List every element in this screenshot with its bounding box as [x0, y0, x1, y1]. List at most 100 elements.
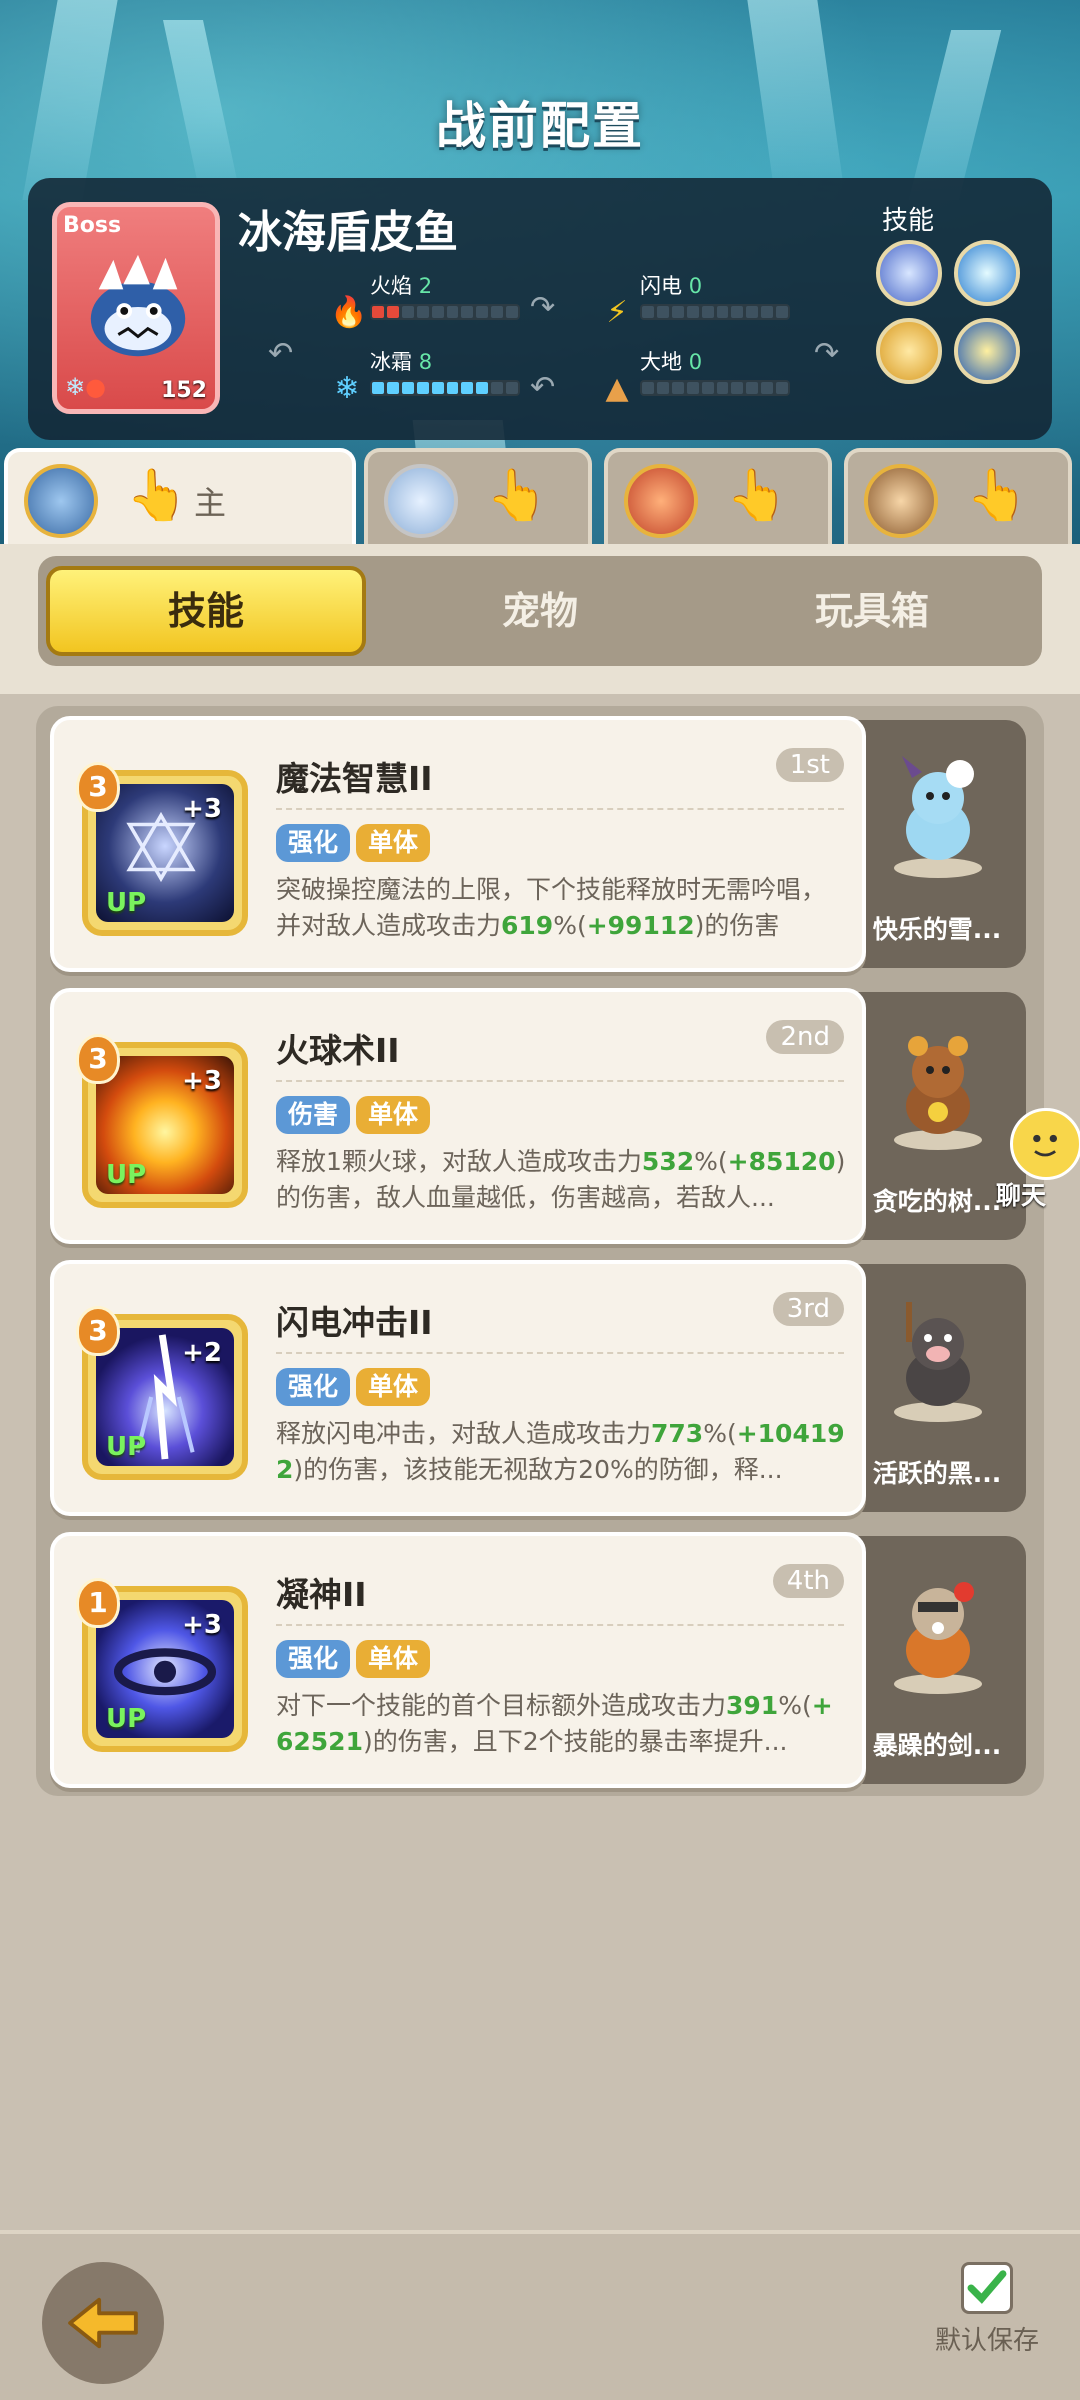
- skill-plus: +3: [182, 794, 222, 824]
- skill-plus: +3: [182, 1610, 222, 1640]
- fire-icon: 🔥: [330, 295, 368, 330]
- main-hero-label: 主: [194, 484, 227, 522]
- skill-title: 魔法智慧II: [276, 759, 433, 798]
- skill-level-badge: 3: [76, 1306, 120, 1356]
- stat-bar-segment: [701, 306, 714, 318]
- default-save-toggle[interactable]: 默认保存: [924, 2262, 1050, 2357]
- stat-bar-segment: [746, 306, 759, 318]
- stat-bar: [640, 380, 790, 396]
- stat-bar-segment: [671, 306, 684, 318]
- stat-frost: ❄ 冰霜 8: [330, 346, 560, 406]
- lightning-icon: ⚡: [606, 295, 628, 330]
- skill-card-3[interactable]: +2 UP 3 闪电冲击II 3rd 强化 单体 释放闪电冲击，对敌人造成攻击力…: [50, 1260, 866, 1516]
- boss-skill-wave-icon[interactable]: [954, 240, 1020, 306]
- skill-rank: 4th: [772, 1564, 844, 1598]
- stat-bar-segment: [686, 382, 699, 394]
- page-title: 战前配置: [436, 97, 644, 155]
- boss-skill-strike-icon[interactable]: [954, 318, 1020, 384]
- stat-bar-segment: [446, 306, 459, 318]
- stat-value: 0: [688, 274, 703, 298]
- skill-card-4[interactable]: +3 UP 1 凝神II 4th 强化 单体 对下一个技能的首个目标额外造成攻击…: [50, 1532, 866, 1788]
- tab-skill[interactable]: 技能: [46, 566, 366, 656]
- skill-up: UP: [106, 1704, 147, 1734]
- hand-icon: 👆: [726, 466, 789, 524]
- hero-avatar: [624, 464, 698, 538]
- arrow-icon: ↷: [530, 290, 556, 325]
- stat-bar-segment: [446, 382, 459, 394]
- skill-card-2[interactable]: +3 UP 3 火球术II 2nd 伤害 单体 释放1颗火球，对敌人造成攻击力5…: [50, 988, 866, 1244]
- chat-emoji-icon[interactable]: [1010, 1108, 1080, 1180]
- boss-portrait[interactable]: Boss ❄● 152: [52, 202, 220, 414]
- skill-title: 凝神II: [276, 1575, 367, 1614]
- back-button[interactable]: [42, 2262, 164, 2384]
- stat-bar-segment: [491, 382, 504, 394]
- stat-bar-segment: [761, 382, 774, 394]
- divider: [276, 1080, 844, 1082]
- hero-avatar: [384, 464, 458, 538]
- skill-card-1[interactable]: +3 UP 3 魔法智慧II 1st 强化 单体 突破操控魔法的上限，下个技能释…: [50, 716, 866, 972]
- tag-type: 伤害: [276, 1096, 351, 1134]
- boss-skill-shield-icon[interactable]: [876, 318, 942, 384]
- arrow-icon: ↶: [268, 336, 294, 371]
- back-arrow-icon: [68, 2297, 138, 2349]
- tab-toybox[interactable]: 玩具箱: [712, 566, 1032, 656]
- pet-slot-4[interactable]: 暴躁的剑...: [848, 1536, 1026, 1784]
- stat-bar-segment: [491, 306, 504, 318]
- focus-eye-icon: +3 UP: [96, 1600, 234, 1738]
- skill-level-badge: 3: [76, 762, 120, 812]
- tag-target: 单体: [356, 1640, 431, 1678]
- stat-bar-segment: [776, 306, 789, 318]
- pet-slot-1[interactable]: 快乐的雪...: [848, 720, 1026, 968]
- skill-rank: 1st: [775, 748, 844, 782]
- stat-bar-segment: [401, 382, 414, 394]
- pet-bear-icon: [894, 1036, 982, 1150]
- arrow-icon: ↶: [530, 370, 556, 405]
- hand-icon: 👆: [126, 466, 189, 524]
- stat-bar-segment: [716, 382, 729, 394]
- stat-label: 大地: [640, 350, 682, 374]
- chat-label[interactable]: 聊天: [996, 1176, 1046, 1212]
- stat-label: 闪电: [640, 274, 682, 298]
- skill-up: UP: [106, 1432, 147, 1462]
- stat-bar-segment: [431, 306, 444, 318]
- skill-up: UP: [106, 888, 147, 918]
- checkbox[interactable]: [961, 2262, 1013, 2314]
- hero-tab-4[interactable]: 👆: [844, 448, 1072, 544]
- skill-description: 对下一个技能的首个目标额外造成攻击力391%(+62521)的伤害，且下2个技能…: [276, 1691, 833, 1756]
- stat-bar-segment: [761, 306, 774, 318]
- tag-target: 单体: [356, 824, 431, 862]
- boss-skill-crystal-icon[interactable]: [876, 240, 942, 306]
- tab-pet[interactable]: 宠物: [380, 566, 700, 656]
- tag-type: 强化: [276, 1640, 351, 1678]
- stat-bar-segment: [476, 306, 489, 318]
- stat-bar-segment: [731, 382, 744, 394]
- boss-name: 冰海盾皮鱼: [238, 207, 458, 258]
- stat-bar-segment: [372, 382, 384, 394]
- hero-tab-main[interactable]: 👆 主: [4, 448, 356, 550]
- stat-bar: [370, 304, 520, 320]
- tag-type: 强化: [276, 824, 351, 862]
- earth-icon: ▲: [605, 371, 629, 406]
- tag-target: 单体: [356, 1096, 431, 1134]
- skill-plus: +2: [182, 1338, 222, 1368]
- stat-bar-segment: [372, 306, 384, 318]
- stat-bar-segment: [686, 306, 699, 318]
- hero-avatar: [24, 464, 98, 538]
- stat-bar-segment: [506, 306, 519, 318]
- hero-tab-3[interactable]: 👆: [604, 448, 832, 544]
- pet-slot-3[interactable]: 活跃的黑...: [848, 1264, 1026, 1512]
- pet-name: 活跃的黑...: [872, 1459, 1002, 1488]
- skill-title: 闪电冲击II: [276, 1303, 433, 1342]
- pet-warrior-icon: [894, 1582, 982, 1694]
- skill-level-badge: 3: [76, 1034, 120, 1084]
- boss-skills-label: 技能: [881, 206, 934, 236]
- category-bar: 技能 宠物 玩具箱: [0, 544, 1080, 694]
- bottom-bar: 默认保存: [0, 2230, 1080, 2400]
- hero-tab-2[interactable]: 👆: [364, 448, 592, 544]
- skill-description: 释放1颗火球，对敌人造成攻击力532%(+85120)的伤害，敌人血量越低，伤害…: [276, 1147, 846, 1212]
- skill-level-badge: 1: [76, 1578, 120, 1628]
- skill-description: 释放闪电冲击，对敌人造成攻击力773%(+104192)的伤害，该技能无视敌方2…: [276, 1419, 845, 1484]
- pet-name: 快乐的雪...: [872, 915, 1002, 944]
- stat-value: 2: [418, 274, 433, 298]
- stat-bar-segment: [642, 382, 654, 394]
